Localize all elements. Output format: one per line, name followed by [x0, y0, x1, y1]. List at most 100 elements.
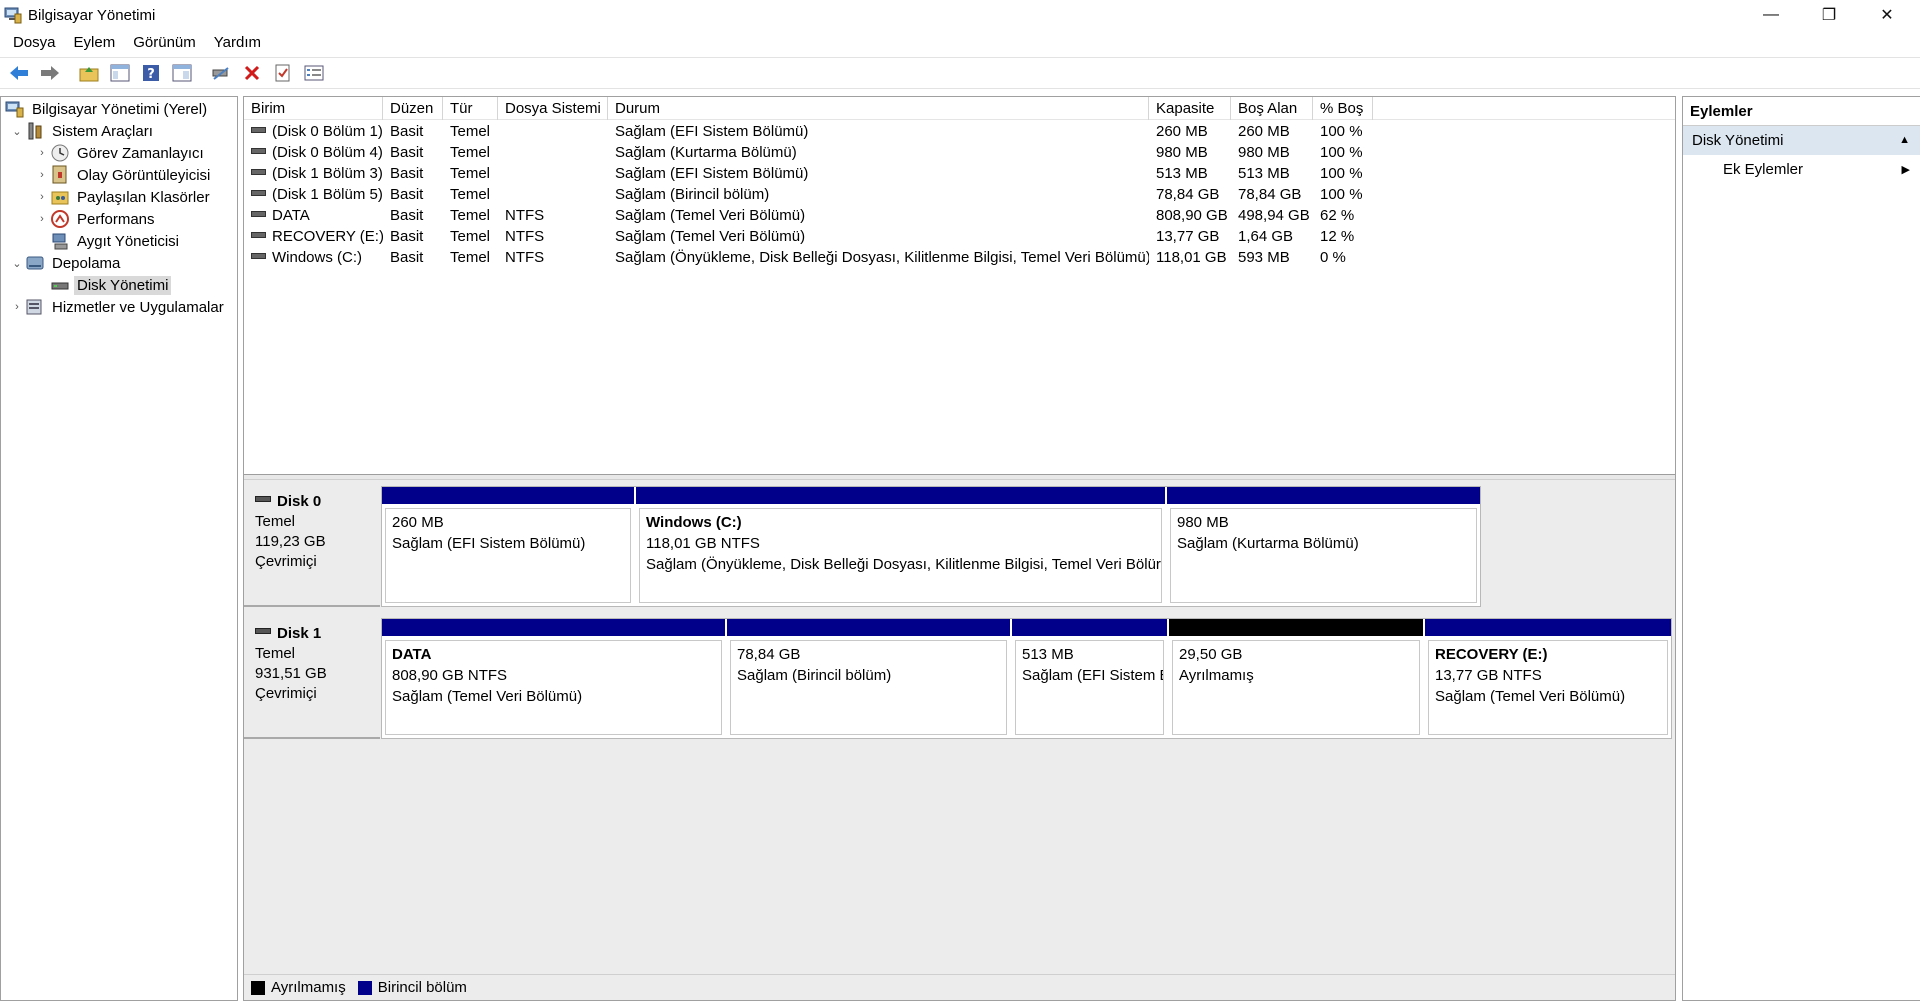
performance-icon [50, 209, 70, 229]
volume-cell-text: 78,84 GB [1156, 186, 1220, 203]
volume-cell-text: Sağlam (Temel Veri Bölümü) [615, 207, 806, 224]
volume-cell: NTFS [498, 226, 608, 247]
tree-item-services-apps[interactable]: › Hizmetler ve Uygulamalar [9, 296, 227, 318]
partition-disk0-windows[interactable]: Windows (C:) 118,01 GB NTFS Sağlam (Önyü… [636, 487, 1165, 606]
menu-action[interactable]: Eylem [65, 30, 125, 56]
volume-row[interactable]: (Disk 1 Bölüm 3) Basit Temel Sağlam (EFI Si… [244, 163, 1675, 184]
partition-disk0-efi[interactable]: 260 MB Sağlam (EFI Sistem Bölümü) [382, 487, 634, 606]
volume-row[interactable]: (Disk 0 Bölüm 4) Basit Temel Sağlam (Kurtar… [244, 142, 1675, 163]
tree-item-label: Depolama [52, 254, 121, 272]
tree-item-shared-folders[interactable]: › Paylaşılan Klasörler [34, 186, 213, 208]
volume-cell-text: 980 MB [1156, 144, 1208, 161]
volume-row[interactable]: (Disk 0 Bölüm 1) Basit Temel Sağlam (EFI Si… [244, 121, 1675, 142]
tree-item-root[interactable]: Bilgisayar Yönetimi (Yerel) [5, 98, 210, 120]
volume-cell-text: 1,64 GB [1238, 228, 1294, 245]
tree-item-system-tools[interactable]: ⌄ Sistem Araçları [9, 120, 156, 142]
volume-cell: Sağlam (Önyükleme, Disk Belleği Dosyası,… [608, 247, 1149, 268]
disk-size: 931,51 GB [255, 665, 327, 682]
services-icon [25, 297, 45, 317]
menu-file[interactable]: Dosya [4, 30, 65, 56]
volume-cell-text: Temel [450, 123, 491, 140]
volume-cell-text: 260 MB [1238, 123, 1290, 140]
disk-type: Temel [255, 513, 296, 530]
menu-view[interactable]: Görünüm [124, 30, 205, 56]
volume-row[interactable]: Windows (C:) Basit Temel NTFS Sağlam (Önyükl… [244, 247, 1675, 268]
check-icon[interactable] [268, 60, 298, 86]
tree-item-storage[interactable]: ⌄ Depolama [9, 252, 123, 274]
volume-cell-text: Basit [390, 165, 424, 182]
volume-cell-text: 62 % [1320, 207, 1355, 224]
partition-info: RECOVERY (E:) 13,77 GB NTFS Sağlam (Teme… [1428, 640, 1668, 735]
delete-icon[interactable] [237, 60, 267, 86]
volume-row[interactable]: DATA Basit Temel NTFS Sağlam (Temel Veri Böl… [244, 205, 1675, 226]
settings-list-icon[interactable] [299, 60, 329, 86]
tree-item-event-viewer[interactable]: › Olay Görüntüleyicisi [34, 164, 213, 186]
volume-cell: Temel [443, 184, 498, 205]
more-actions-item[interactable]: Ek Eylemler ▶ [1683, 155, 1920, 185]
volume-cell-text: NTFS [505, 249, 545, 266]
column-header-capacity[interactable]: Kapasite [1149, 97, 1231, 120]
column-header-type[interactable]: Tür [443, 97, 498, 120]
disk-size: 119,23 GB [255, 533, 326, 550]
actions-pane: Eylemler Disk Yönetimi ▲ Ek Eylemler ▶ [1682, 96, 1920, 1001]
volume-cell: NTFS [498, 247, 608, 268]
disk-0-label[interactable]: Disk 0 Temel 119,23 GB Çevrimiçi [244, 486, 380, 607]
partition-disk1-primary[interactable]: 78,84 GB Sağlam (Birincil bölüm) [727, 619, 1010, 738]
up-folder-icon[interactable] [74, 60, 104, 86]
partition-disk1-data[interactable]: DATA 808,90 GB NTFS Sağlam (Temel Veri B… [382, 619, 725, 738]
partition-disk0-recovery[interactable]: 980 MB Sağlam (Kurtarma Bölümü) [1167, 487, 1480, 606]
partition-disk1-unallocated[interactable]: 29,50 GB Ayrılmamış [1169, 619, 1423, 738]
drive-icon [251, 148, 266, 155]
volume-row[interactable]: (Disk 1 Bölüm 5) Basit Temel Sağlam (Birinc… [244, 184, 1675, 205]
submenu-right-icon[interactable]: ▶ [1902, 155, 1910, 185]
minimize-button[interactable]: — [1742, 0, 1800, 30]
column-header-free-space[interactable]: Boş Alan [1231, 97, 1313, 120]
volume-cell: (Disk 0 Bölüm 4) [244, 142, 383, 163]
volume-cell: 12 % [1313, 226, 1373, 247]
partition-disk1-recovery[interactable]: RECOVERY (E:) 13,77 GB NTFS Sağlam (Teme… [1425, 619, 1671, 738]
volume-cell-text: Sağlam (Birincil bölüm) [615, 186, 770, 203]
close-button[interactable]: ✕ [1858, 0, 1916, 30]
volume-cell: 980 MB [1149, 142, 1231, 163]
disk-name: Disk 1 [277, 625, 322, 642]
show-hide-tree-icon[interactable] [105, 60, 135, 86]
forward-arrow-icon[interactable] [35, 60, 65, 86]
collapse-up-icon[interactable]: ▲ [1899, 126, 1910, 155]
properties-view-icon[interactable] [167, 60, 197, 86]
column-header-percent-free[interactable]: % Boş [1313, 97, 1373, 120]
tree-item-disk-management[interactable]: Disk Yönetimi [34, 274, 172, 296]
menu-help[interactable]: Yardım [205, 30, 270, 56]
chevron-right-icon[interactable]: › [34, 191, 50, 203]
tree-item-label: Performans [77, 210, 155, 228]
volume-row[interactable]: RECOVERY (E:) Basit Temel NTFS Sağlam (Temel… [244, 226, 1675, 247]
connect-drive-icon[interactable] [206, 60, 236, 86]
back-arrow-icon[interactable] [4, 60, 34, 86]
chevron-right-icon[interactable]: › [9, 301, 25, 313]
legend-swatch [251, 980, 265, 995]
chevron-right-icon[interactable]: › [34, 213, 50, 225]
column-header-layout[interactable]: Düzen [383, 97, 443, 120]
chevron-right-icon[interactable]: › [34, 147, 50, 159]
partition-disk1-efi[interactable]: 513 MB Sağlam (EFI Sistem B [1012, 619, 1167, 738]
column-header-status[interactable]: Durum [608, 97, 1149, 120]
column-header-filesystem[interactable]: Dosya Sistemi [498, 97, 608, 120]
restore-button[interactable]: ❐ [1800, 0, 1858, 30]
volume-cell: 13,77 GB [1149, 226, 1231, 247]
drive-icon [251, 211, 266, 218]
chevron-right-icon[interactable]: › [34, 169, 50, 181]
tree-item-device-manager[interactable]: Aygıt Yöneticisi [34, 230, 182, 252]
tree-item-task-scheduler[interactable]: › Görev Zamanlayıcı [34, 142, 207, 164]
chevron-down-icon[interactable]: ⌄ [9, 257, 25, 270]
disk-0-partitions: 260 MB Sağlam (EFI Sistem Bölümü) Window… [381, 486, 1481, 607]
chevron-down-icon[interactable]: ⌄ [9, 125, 25, 138]
partition-status: Sağlam (Temel Veri Bölümü) [392, 688, 583, 705]
help-icon[interactable]: ? [136, 60, 166, 86]
volume-cell: Sağlam (Temel Veri Bölümü) [608, 226, 1149, 247]
volume-cell: 808,90 GB [1149, 205, 1231, 226]
column-header-volume[interactable]: Birim [244, 97, 383, 120]
shared-folder-icon [50, 187, 70, 207]
disk-1-partitions: DATA 808,90 GB NTFS Sağlam (Temel Veri B… [381, 618, 1672, 739]
disk-1-label[interactable]: Disk 1 Temel 931,51 GB Çevrimiçi [244, 618, 380, 739]
tree-item-performance[interactable]: › Performans [34, 208, 158, 230]
actions-section-disk-management[interactable]: Disk Yönetimi ▲ [1683, 126, 1920, 155]
